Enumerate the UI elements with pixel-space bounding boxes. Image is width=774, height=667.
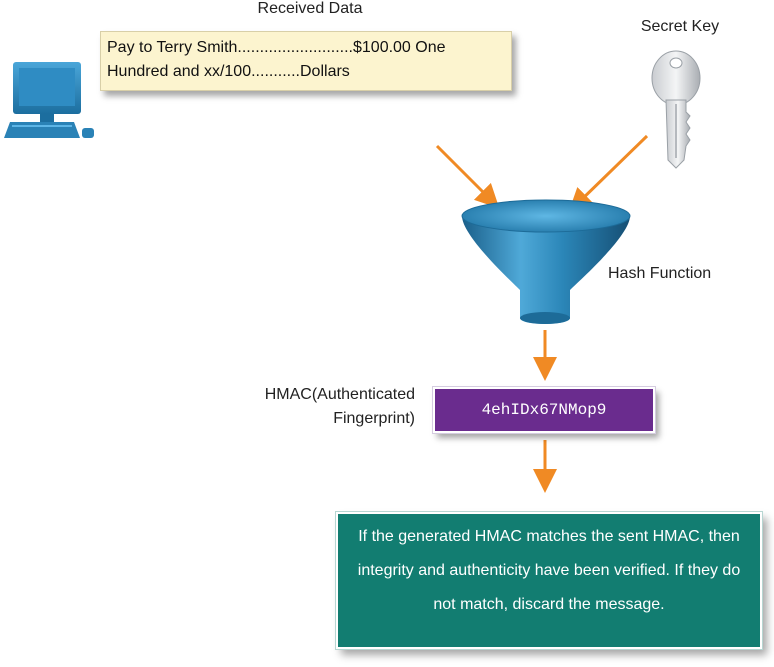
- result-message-text: If the generated HMAC matches the sent H…: [357, 528, 741, 613]
- computer-icon: [4, 62, 94, 138]
- hmac-label-line-2: Fingerprint): [333, 410, 415, 427]
- hash-funnel-icon: [461, 199, 631, 324]
- hmac-value-box: 4ehIDx67NMop9: [432, 386, 656, 434]
- key-icon: [651, 50, 701, 169]
- arrow-data-to-hash: [435, 144, 500, 209]
- hmac-diagram: Received Data Pay to Terry Smith........…: [0, 0, 774, 667]
- secret-key-label: Secret Key: [640, 18, 720, 35]
- hmac-value: 4ehIDx67NMop9: [481, 401, 607, 419]
- result-message-box: If the generated HMAC matches the sent H…: [335, 511, 763, 650]
- hmac-label: HMAC(Authenticated Fingerprint): [205, 383, 415, 431]
- hmac-label-line-1: HMAC(Authenticated: [264, 386, 415, 403]
- received-data-line-2: Hundred and xx/100...........Dollars: [107, 63, 350, 80]
- received-data-box: Pay to Terry Smith......................…: [100, 31, 512, 91]
- received-data-title: Received Data: [257, 0, 363, 17]
- arrow-key-to-hash: [568, 134, 649, 213]
- hash-function-label: Hash Function: [608, 265, 712, 282]
- received-data-line-1: Pay to Terry Smith......................…: [107, 39, 446, 56]
